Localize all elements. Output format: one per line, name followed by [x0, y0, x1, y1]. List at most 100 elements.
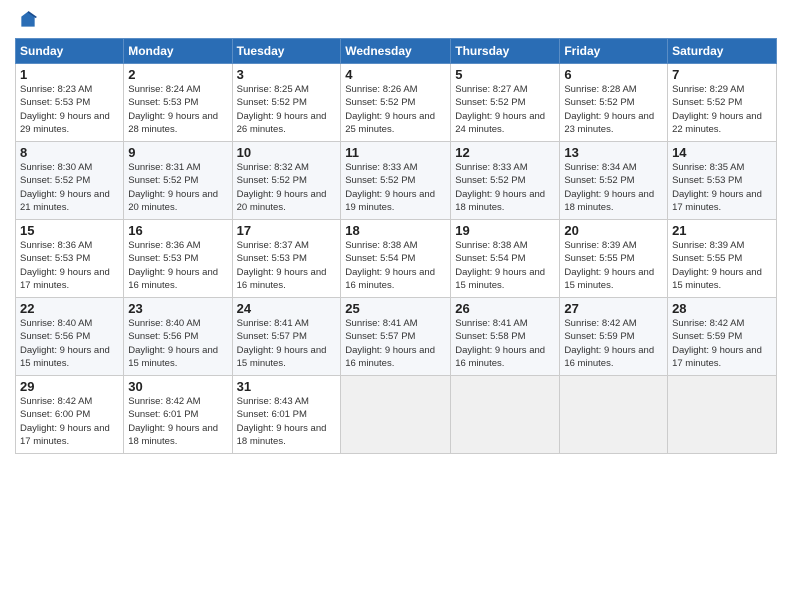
day-info: Sunrise: 8:27 AMSunset: 5:52 PMDaylight:…	[455, 84, 545, 135]
header-tuesday: Tuesday	[232, 39, 341, 64]
calendar-cell: 26 Sunrise: 8:41 AMSunset: 5:58 PMDaylig…	[451, 298, 560, 376]
logo	[15, 10, 38, 30]
calendar-cell: 30 Sunrise: 8:42 AMSunset: 6:01 PMDaylig…	[124, 376, 232, 454]
calendar-cell: 10 Sunrise: 8:32 AMSunset: 5:52 PMDaylig…	[232, 142, 341, 220]
day-info: Sunrise: 8:30 AMSunset: 5:52 PMDaylight:…	[20, 162, 110, 213]
calendar-cell: 18 Sunrise: 8:38 AMSunset: 5:54 PMDaylig…	[341, 220, 451, 298]
day-number: 12	[455, 145, 555, 160]
day-number: 25	[345, 301, 446, 316]
calendar-week-row: 8 Sunrise: 8:30 AMSunset: 5:52 PMDayligh…	[16, 142, 777, 220]
calendar-cell: 3 Sunrise: 8:25 AMSunset: 5:52 PMDayligh…	[232, 64, 341, 142]
day-number: 19	[455, 223, 555, 238]
header-sunday: Sunday	[16, 39, 124, 64]
calendar-table: SundayMondayTuesdayWednesdayThursdayFrid…	[15, 38, 777, 454]
calendar-cell: 27 Sunrise: 8:42 AMSunset: 5:59 PMDaylig…	[560, 298, 668, 376]
day-number: 28	[672, 301, 772, 316]
day-number: 13	[564, 145, 663, 160]
day-info: Sunrise: 8:23 AMSunset: 5:53 PMDaylight:…	[20, 84, 110, 135]
day-number: 20	[564, 223, 663, 238]
calendar-cell: 24 Sunrise: 8:41 AMSunset: 5:57 PMDaylig…	[232, 298, 341, 376]
calendar-cell: 17 Sunrise: 8:37 AMSunset: 5:53 PMDaylig…	[232, 220, 341, 298]
calendar-cell: 19 Sunrise: 8:38 AMSunset: 5:54 PMDaylig…	[451, 220, 560, 298]
calendar-cell	[341, 376, 451, 454]
day-info: Sunrise: 8:42 AMSunset: 5:59 PMDaylight:…	[672, 318, 762, 369]
calendar-week-row: 1 Sunrise: 8:23 AMSunset: 5:53 PMDayligh…	[16, 64, 777, 142]
day-info: Sunrise: 8:41 AMSunset: 5:57 PMDaylight:…	[237, 318, 327, 369]
day-info: Sunrise: 8:39 AMSunset: 5:55 PMDaylight:…	[672, 240, 762, 291]
day-number: 15	[20, 223, 119, 238]
day-info: Sunrise: 8:42 AMSunset: 6:00 PMDaylight:…	[20, 396, 110, 447]
calendar-cell: 8 Sunrise: 8:30 AMSunset: 5:52 PMDayligh…	[16, 142, 124, 220]
page-container: SundayMondayTuesdayWednesdayThursdayFrid…	[0, 0, 792, 459]
day-info: Sunrise: 8:31 AMSunset: 5:52 PMDaylight:…	[128, 162, 218, 213]
calendar-cell: 29 Sunrise: 8:42 AMSunset: 6:00 PMDaylig…	[16, 376, 124, 454]
header-monday: Monday	[124, 39, 232, 64]
calendar-cell: 28 Sunrise: 8:42 AMSunset: 5:59 PMDaylig…	[668, 298, 777, 376]
calendar-cell	[668, 376, 777, 454]
day-number: 21	[672, 223, 772, 238]
calendar-cell: 2 Sunrise: 8:24 AMSunset: 5:53 PMDayligh…	[124, 64, 232, 142]
day-info: Sunrise: 8:41 AMSunset: 5:58 PMDaylight:…	[455, 318, 545, 369]
day-info: Sunrise: 8:39 AMSunset: 5:55 PMDaylight:…	[564, 240, 654, 291]
calendar-cell: 11 Sunrise: 8:33 AMSunset: 5:52 PMDaylig…	[341, 142, 451, 220]
day-info: Sunrise: 8:36 AMSunset: 5:53 PMDaylight:…	[20, 240, 110, 291]
day-info: Sunrise: 8:34 AMSunset: 5:52 PMDaylight:…	[564, 162, 654, 213]
day-number: 4	[345, 67, 446, 82]
day-info: Sunrise: 8:35 AMSunset: 5:53 PMDaylight:…	[672, 162, 762, 213]
calendar-cell: 22 Sunrise: 8:40 AMSunset: 5:56 PMDaylig…	[16, 298, 124, 376]
calendar-cell: 16 Sunrise: 8:36 AMSunset: 5:53 PMDaylig…	[124, 220, 232, 298]
calendar-cell: 13 Sunrise: 8:34 AMSunset: 5:52 PMDaylig…	[560, 142, 668, 220]
day-info: Sunrise: 8:36 AMSunset: 5:53 PMDaylight:…	[128, 240, 218, 291]
calendar-cell: 4 Sunrise: 8:26 AMSunset: 5:52 PMDayligh…	[341, 64, 451, 142]
day-info: Sunrise: 8:37 AMSunset: 5:53 PMDaylight:…	[237, 240, 327, 291]
day-number: 7	[672, 67, 772, 82]
day-number: 26	[455, 301, 555, 316]
day-number: 3	[237, 67, 337, 82]
day-info: Sunrise: 8:41 AMSunset: 5:57 PMDaylight:…	[345, 318, 435, 369]
calendar-cell	[560, 376, 668, 454]
day-info: Sunrise: 8:42 AMSunset: 5:59 PMDaylight:…	[564, 318, 654, 369]
day-info: Sunrise: 8:24 AMSunset: 5:53 PMDaylight:…	[128, 84, 218, 135]
day-number: 24	[237, 301, 337, 316]
calendar-week-row: 15 Sunrise: 8:36 AMSunset: 5:53 PMDaylig…	[16, 220, 777, 298]
day-number: 29	[20, 379, 119, 394]
calendar-cell: 7 Sunrise: 8:29 AMSunset: 5:52 PMDayligh…	[668, 64, 777, 142]
day-info: Sunrise: 8:25 AMSunset: 5:52 PMDaylight:…	[237, 84, 327, 135]
header-row	[15, 10, 777, 30]
day-info: Sunrise: 8:43 AMSunset: 6:01 PMDaylight:…	[237, 396, 327, 447]
day-info: Sunrise: 8:26 AMSunset: 5:52 PMDaylight:…	[345, 84, 435, 135]
day-number: 8	[20, 145, 119, 160]
day-number: 27	[564, 301, 663, 316]
day-number: 2	[128, 67, 227, 82]
day-number: 11	[345, 145, 446, 160]
calendar-cell: 15 Sunrise: 8:36 AMSunset: 5:53 PMDaylig…	[16, 220, 124, 298]
day-number: 9	[128, 145, 227, 160]
logo-icon	[18, 10, 38, 30]
header-thursday: Thursday	[451, 39, 560, 64]
day-info: Sunrise: 8:32 AMSunset: 5:52 PMDaylight:…	[237, 162, 327, 213]
day-number: 18	[345, 223, 446, 238]
day-info: Sunrise: 8:29 AMSunset: 5:52 PMDaylight:…	[672, 84, 762, 135]
day-info: Sunrise: 8:38 AMSunset: 5:54 PMDaylight:…	[455, 240, 545, 291]
day-info: Sunrise: 8:42 AMSunset: 6:01 PMDaylight:…	[128, 396, 218, 447]
day-number: 16	[128, 223, 227, 238]
calendar-week-row: 29 Sunrise: 8:42 AMSunset: 6:00 PMDaylig…	[16, 376, 777, 454]
day-info: Sunrise: 8:38 AMSunset: 5:54 PMDaylight:…	[345, 240, 435, 291]
calendar-cell: 20 Sunrise: 8:39 AMSunset: 5:55 PMDaylig…	[560, 220, 668, 298]
day-number: 23	[128, 301, 227, 316]
day-info: Sunrise: 8:33 AMSunset: 5:52 PMDaylight:…	[345, 162, 435, 213]
day-number: 31	[237, 379, 337, 394]
calendar-cell	[451, 376, 560, 454]
header-friday: Friday	[560, 39, 668, 64]
header-wednesday: Wednesday	[341, 39, 451, 64]
day-number: 14	[672, 145, 772, 160]
day-info: Sunrise: 8:40 AMSunset: 5:56 PMDaylight:…	[20, 318, 110, 369]
day-number: 17	[237, 223, 337, 238]
calendar-cell: 21 Sunrise: 8:39 AMSunset: 5:55 PMDaylig…	[668, 220, 777, 298]
calendar-cell: 25 Sunrise: 8:41 AMSunset: 5:57 PMDaylig…	[341, 298, 451, 376]
calendar-week-row: 22 Sunrise: 8:40 AMSunset: 5:56 PMDaylig…	[16, 298, 777, 376]
day-info: Sunrise: 8:28 AMSunset: 5:52 PMDaylight:…	[564, 84, 654, 135]
calendar-cell: 31 Sunrise: 8:43 AMSunset: 6:01 PMDaylig…	[232, 376, 341, 454]
calendar-cell: 23 Sunrise: 8:40 AMSunset: 5:56 PMDaylig…	[124, 298, 232, 376]
calendar-cell: 9 Sunrise: 8:31 AMSunset: 5:52 PMDayligh…	[124, 142, 232, 220]
